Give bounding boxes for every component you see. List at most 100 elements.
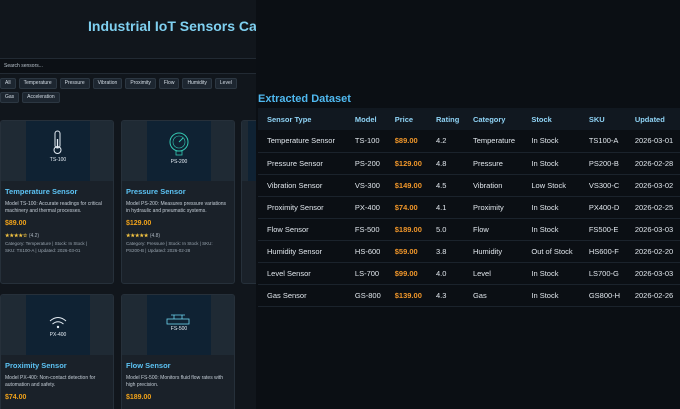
table-cell: FS500-E <box>579 218 626 241</box>
filter-chip-proximity[interactable]: Proximity <box>125 78 156 89</box>
product-price: $129.00 <box>126 220 152 227</box>
table-cell: Humidity <box>463 240 523 263</box>
table-cell: $74.00 <box>385 196 428 219</box>
table-cell: 2026-03-03 <box>625 218 680 241</box>
table-cell: 2026-02-26 <box>625 284 680 307</box>
table-cell: TS100-A <box>579 130 626 153</box>
column-header[interactable]: Rating <box>427 108 464 130</box>
product-description: Model PS-200: Measures pressure variatio… <box>126 201 227 214</box>
table-cell: Low Stock <box>522 174 580 197</box>
filter-chip-vibration[interactable]: Vibration <box>92 78 123 89</box>
filter-chip-flow[interactable]: Flow <box>158 78 180 89</box>
table-cell: HS600-F <box>579 240 626 263</box>
product-description: Model FS-500: Monitors fluid flow rates … <box>126 375 223 388</box>
table-cell: Out of Stock <box>522 240 580 263</box>
product-image: TS-100 <box>1 121 113 181</box>
column-header[interactable]: Category <box>463 108 523 130</box>
table-cell: 4.3 <box>427 284 464 307</box>
table-cell: LS-700 <box>345 262 386 285</box>
table-row[interactable]: Pressure Sensor PS-200 $129.00 4.8 Pressure I… <box>258 152 680 175</box>
table-cell: TS-100 <box>345 130 386 153</box>
table-cell: $149.00 <box>385 174 428 197</box>
table-cell: HS-600 <box>345 240 386 263</box>
rating-stars: ★★★★☆ (4.2) <box>5 233 40 239</box>
table-cell: $99.00 <box>385 262 428 285</box>
product-image: PX-400 <box>1 295 113 355</box>
table-row[interactable]: Temperature Sensor TS-100 $89.00 4.2 Tempera… <box>258 130 680 153</box>
table-cell: 4.8 <box>427 152 464 175</box>
product-card-pressure[interactable]: PS-200 Pressure Sensor Model PS-200: Mea… <box>121 120 235 284</box>
filter-chip-all[interactable]: All <box>0 78 16 89</box>
product-meta: Category: Temperature | Stock: In Stock … <box>5 241 88 253</box>
table-cell: Flow <box>463 218 523 241</box>
table-cell: 2026-03-03 <box>625 262 680 285</box>
column-header[interactable]: Sensor Type <box>258 108 346 130</box>
table-cell: 4.2 <box>427 130 464 153</box>
table-cell: VS-300 <box>345 174 386 197</box>
wifi-icon <box>49 317 67 329</box>
product-card-flow[interactable]: FS-500 Flow Sensor Model FS-500: Monitor… <box>121 294 235 409</box>
product-name[interactable]: Temperature Sensor <box>5 187 109 196</box>
table-cell: $59.00 <box>385 240 428 263</box>
table-row[interactable]: Flow Sensor FS-500 $189.00 5.0 Flow In Stock F… <box>258 218 680 241</box>
table-cell: 4.5 <box>427 174 464 197</box>
product-card-proximity[interactable]: PX-400 Proximity Sensor Model PX-400: No… <box>0 294 114 409</box>
table-cell: In Stock <box>522 262 580 285</box>
table-cell: Level Sensor <box>258 262 346 285</box>
category-filter-bar: All Temperature Pressure Vibration Proxi… <box>0 78 256 103</box>
product-name[interactable]: Pressure Sensor <box>126 187 230 196</box>
table-cell: Vibration <box>463 174 523 197</box>
filter-chip-level[interactable]: Level <box>214 78 237 89</box>
product-card-temperature[interactable]: TS-100 Temperature Sensor Model TS-100: … <box>0 120 114 284</box>
table-cell: Flow Sensor <box>258 218 346 241</box>
table-cell: Gas <box>463 284 523 307</box>
table-row[interactable]: Level Sensor LS-700 $99.00 4.0 Level In Stock… <box>258 262 680 285</box>
filter-chip-humidity[interactable]: Humidity <box>182 78 212 89</box>
table-cell: GS-800 <box>345 284 386 307</box>
table-cell: 4.0 <box>427 262 464 285</box>
flow-icon <box>166 314 190 325</box>
table-cell: Proximity <box>463 196 523 219</box>
product-code: TS-100 <box>49 157 67 163</box>
screen: Industrial IoT Sensors Catalog Search se… <box>0 0 680 409</box>
table-cell: GS800-H <box>579 284 626 307</box>
filter-chip-temperature[interactable]: Temperature <box>18 78 57 89</box>
table-cell: Vibration Sensor <box>258 174 346 197</box>
product-meta: Category: Pressure | Stock: In Stock | S… <box>126 241 213 253</box>
table-row[interactable]: Gas Sensor GS-800 $139.00 4.3 Gas In Stock GS8… <box>258 284 680 307</box>
table-cell: Pressure <box>463 152 523 175</box>
table-cell: PS-200 <box>345 152 386 175</box>
column-header[interactable]: Updated <box>625 108 680 130</box>
filter-chip-pressure[interactable]: Pressure <box>59 78 90 89</box>
column-header[interactable]: Price <box>385 108 428 130</box>
product-name[interactable]: Proximity Sensor <box>5 361 109 370</box>
search-input[interactable]: Search sensors... <box>0 58 256 74</box>
product-price: $189.00 <box>126 394 152 401</box>
table-cell: FS-500 <box>345 218 386 241</box>
table-cell: Proximity Sensor <box>258 196 346 219</box>
table-row[interactable]: Vibration Sensor VS-300 $149.00 4.5 Vibratio… <box>258 174 680 197</box>
table-row[interactable]: Proximity Sensor PX-400 $74.00 4.1 Proximity… <box>258 196 680 219</box>
product-name[interactable]: Flow Sensor <box>126 361 230 370</box>
filter-chip-acceleration[interactable]: Acceleration <box>22 92 60 103</box>
table-cell: In Stock <box>522 152 580 175</box>
column-header[interactable]: Stock <box>522 108 580 130</box>
extracted-dataset-panel: Extracted Dataset Sensor Type Model Pric… <box>256 0 680 409</box>
table-cell: 3.8 <box>427 240 464 263</box>
table-cell: Gas Sensor <box>258 284 346 307</box>
filter-chip-gas[interactable]: Gas <box>0 92 20 103</box>
table-cell: 5.0 <box>427 218 464 241</box>
table-cell: In Stock <box>522 218 580 241</box>
product-description: Model TS-100: Accurate readings for crit… <box>5 201 102 214</box>
table-cell: $139.00 <box>385 284 428 307</box>
table-cell: Level <box>463 262 523 285</box>
product-price: $89.00 <box>5 220 27 227</box>
thermometer-icon <box>53 130 62 154</box>
table-row[interactable]: Humidity Sensor HS-600 $59.00 3.8 Humidity Ou… <box>258 240 680 263</box>
table-cell: 4.1 <box>427 196 464 219</box>
dataset-title: Extracted Dataset <box>258 93 351 105</box>
column-header[interactable]: SKU <box>579 108 626 130</box>
table-cell: $189.00 <box>385 218 428 241</box>
column-header[interactable]: Model <box>345 108 386 130</box>
table-cell: LS700-G <box>579 262 626 285</box>
